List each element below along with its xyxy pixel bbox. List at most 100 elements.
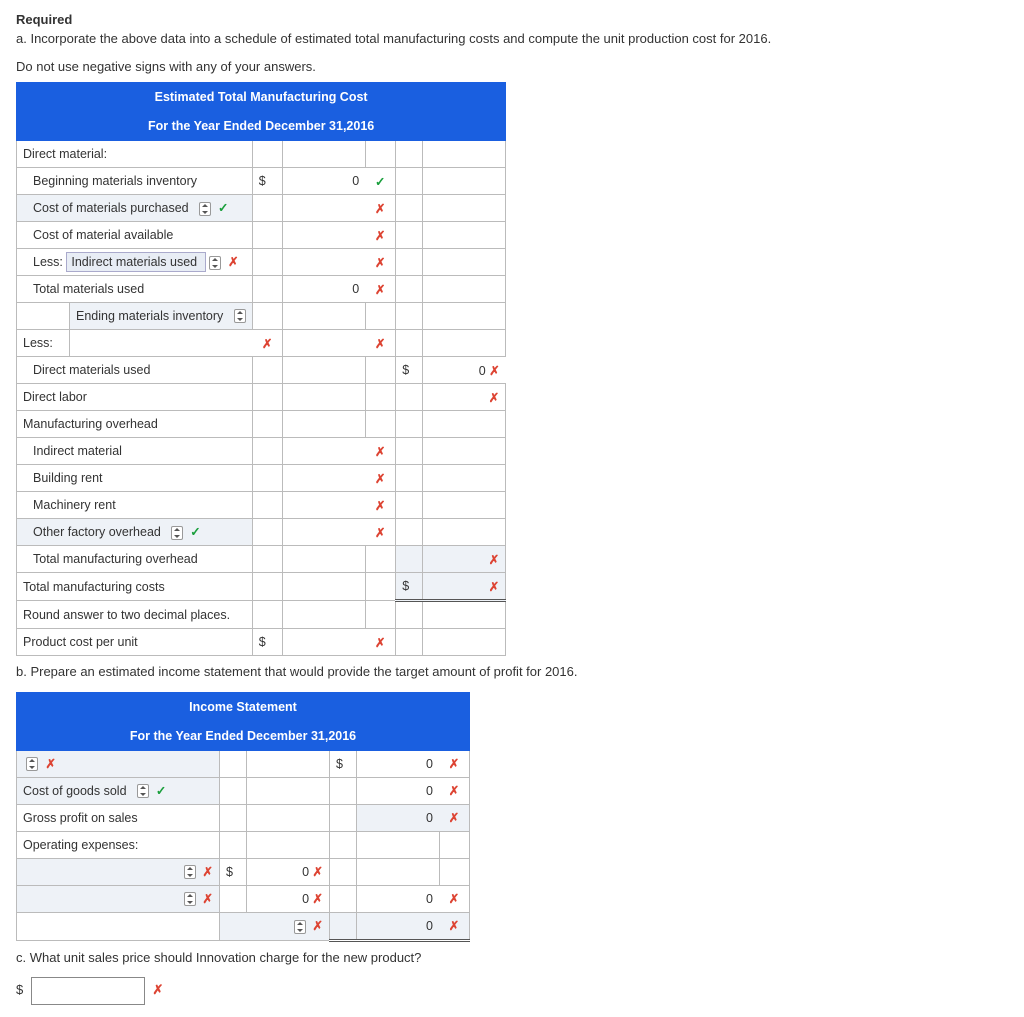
x-icon: ✗: [203, 865, 213, 879]
value-direct-mat-used[interactable]: 0: [479, 364, 486, 378]
value-total-mat-used[interactable]: 0: [352, 282, 359, 296]
row-op2: ✗ 0 ✗ 0 ✗: [17, 885, 470, 912]
row-is-line1: ✗ $ 0 ✗: [17, 750, 470, 777]
value-gross-profit[interactable]: 0: [426, 811, 433, 825]
x-icon: ✗: [375, 202, 385, 216]
x-icon: ✗: [449, 892, 459, 906]
unit-price-input[interactable]: [31, 977, 145, 1005]
value-beg-mat-inv[interactable]: 0: [352, 174, 359, 188]
dropdown-icon[interactable]: [184, 865, 196, 879]
instruction-a: a. Incorporate the above data into a sch…: [16, 29, 1008, 49]
row-mfg-overhead: Manufacturing overhead: [17, 411, 506, 438]
row-op3: ✗ 0 ✗: [17, 912, 470, 940]
price-input-row: $ ✗: [16, 977, 1008, 1005]
dropdown-icon[interactable]: [184, 892, 196, 906]
label-cost-mat-avail: Cost of material available: [17, 222, 253, 249]
x-icon: ✗: [375, 256, 385, 270]
currency-symbol: $: [396, 357, 423, 384]
dropdown-icon[interactable]: [171, 526, 183, 540]
currency-symbol: $: [220, 858, 247, 885]
value-op1[interactable]: 0: [302, 865, 309, 879]
x-icon: ✗: [449, 784, 459, 798]
x-icon: ✗: [449, 757, 459, 771]
x-icon: ✗: [313, 892, 323, 906]
x-icon: ✗: [313, 865, 323, 879]
dropdown-icon[interactable]: [294, 920, 306, 934]
row-indirect-material: Indirect material ✗: [17, 438, 506, 465]
check-icon: ✓: [375, 175, 385, 189]
check-icon: ✓: [156, 784, 166, 798]
table1-title1: Estimated Total Manufacturing Cost: [17, 83, 506, 112]
value-op3[interactable]: 0: [426, 919, 433, 933]
currency-symbol: $: [252, 168, 283, 195]
x-icon: ✗: [375, 636, 385, 650]
x-icon: ✗: [375, 472, 385, 486]
x-icon: ✗: [45, 757, 55, 771]
label-building-rent: Building rent: [17, 465, 253, 492]
row-beg-mat-inv: Beginning materials inventory $ 0 ✓: [17, 168, 506, 195]
x-icon: ✗: [375, 526, 385, 540]
table2-title2: For the Year Ended December 31,2016: [17, 721, 470, 750]
label-indirect-material: Indirect material: [17, 438, 253, 465]
income-statement-table: Income Statement For the Year Ended Dece…: [16, 692, 470, 942]
row-less-blank: Less: ✗ ✗: [17, 330, 506, 357]
dropdown-icon[interactable]: [26, 757, 38, 771]
row-direct-material: Direct material:: [17, 141, 506, 168]
row-direct-labor: Direct labor ✗: [17, 384, 506, 411]
manufacturing-cost-table: Estimated Total Manufacturing Cost For t…: [16, 82, 506, 656]
currency-symbol: $: [396, 573, 423, 601]
dropdown-icon[interactable]: [234, 309, 246, 323]
row-ending-inv-dropdown: Ending materials inventory: [17, 303, 506, 330]
row-op1: ✗ $ 0 ✗: [17, 858, 470, 885]
label-machinery-rent: Machinery rent: [17, 492, 253, 519]
x-icon: ✗: [489, 391, 499, 405]
currency-symbol: $: [16, 982, 23, 997]
row-cost-mat-purch: Cost of materials purchased ✓ ✗: [17, 195, 506, 222]
x-icon: ✗: [449, 919, 459, 933]
x-icon: ✗: [489, 553, 499, 567]
value-op2b[interactable]: 0: [426, 892, 433, 906]
row-prod-cost-unit: Product cost per unit $ ✗: [17, 629, 506, 656]
instruction-no-negative: Do not use negative signs with any of yo…: [16, 57, 1008, 77]
currency-symbol: $: [330, 750, 357, 777]
x-icon: ✗: [152, 982, 163, 997]
label-indirect-mat-used: Indirect materials used: [71, 255, 197, 269]
dropdown-icon[interactable]: [209, 256, 221, 270]
x-icon: ✗: [375, 445, 385, 459]
label-mfg-overhead: Manufacturing overhead: [17, 411, 253, 438]
x-icon: ✗: [449, 811, 459, 825]
x-icon: ✗: [228, 255, 238, 269]
x-icon: ✗: [313, 919, 323, 933]
label-cost-mat-purch: Cost of materials purchased: [33, 201, 189, 215]
x-icon: ✗: [262, 337, 272, 351]
required-heading: Required: [16, 12, 1008, 27]
dropdown-icon[interactable]: [137, 784, 149, 798]
label-prod-cost-unit: Product cost per unit: [17, 629, 253, 656]
label-direct-material: Direct material:: [17, 141, 253, 168]
dropdown-icon[interactable]: [199, 202, 211, 216]
label-direct-mat-used: Direct materials used: [17, 357, 253, 384]
value-op2[interactable]: 0: [302, 892, 309, 906]
label-beg-mat-inv: Beginning materials inventory: [17, 168, 253, 195]
value-cogs[interactable]: 0: [426, 784, 433, 798]
row-total-mat-used: Total materials used 0 ✗: [17, 276, 506, 303]
row-other-factory: Other factory overhead ✓ ✗: [17, 519, 506, 546]
table2-title1: Income Statement: [17, 692, 470, 721]
row-less-indirect: Less: Indirect materials used ✗ ✗: [17, 249, 506, 276]
label-ending-mat-inv: Ending materials inventory: [76, 309, 223, 323]
label-direct-labor: Direct labor: [17, 384, 253, 411]
currency-symbol: $: [252, 629, 283, 656]
x-icon: ✗: [375, 337, 385, 351]
value-is-line1[interactable]: 0: [426, 757, 433, 771]
row-total-mfg-overhead: Total manufacturing overhead ✗: [17, 546, 506, 573]
row-building-rent: Building rent ✗: [17, 465, 506, 492]
table1-title2: For the Year Ended December 31,2016: [17, 112, 506, 141]
x-icon: ✗: [489, 580, 499, 594]
x-icon: ✗: [375, 283, 385, 297]
row-total-mfg-costs: Total manufacturing costs $ ✗: [17, 573, 506, 601]
row-round-note: Round answer to two decimal places.: [17, 601, 506, 629]
label-cogs: Cost of goods sold: [23, 784, 127, 798]
instruction-c: c. What unit sales price should Innovati…: [16, 948, 1008, 968]
check-icon: ✓: [218, 201, 228, 215]
row-gross-profit: Gross profit on sales 0 ✗: [17, 804, 470, 831]
